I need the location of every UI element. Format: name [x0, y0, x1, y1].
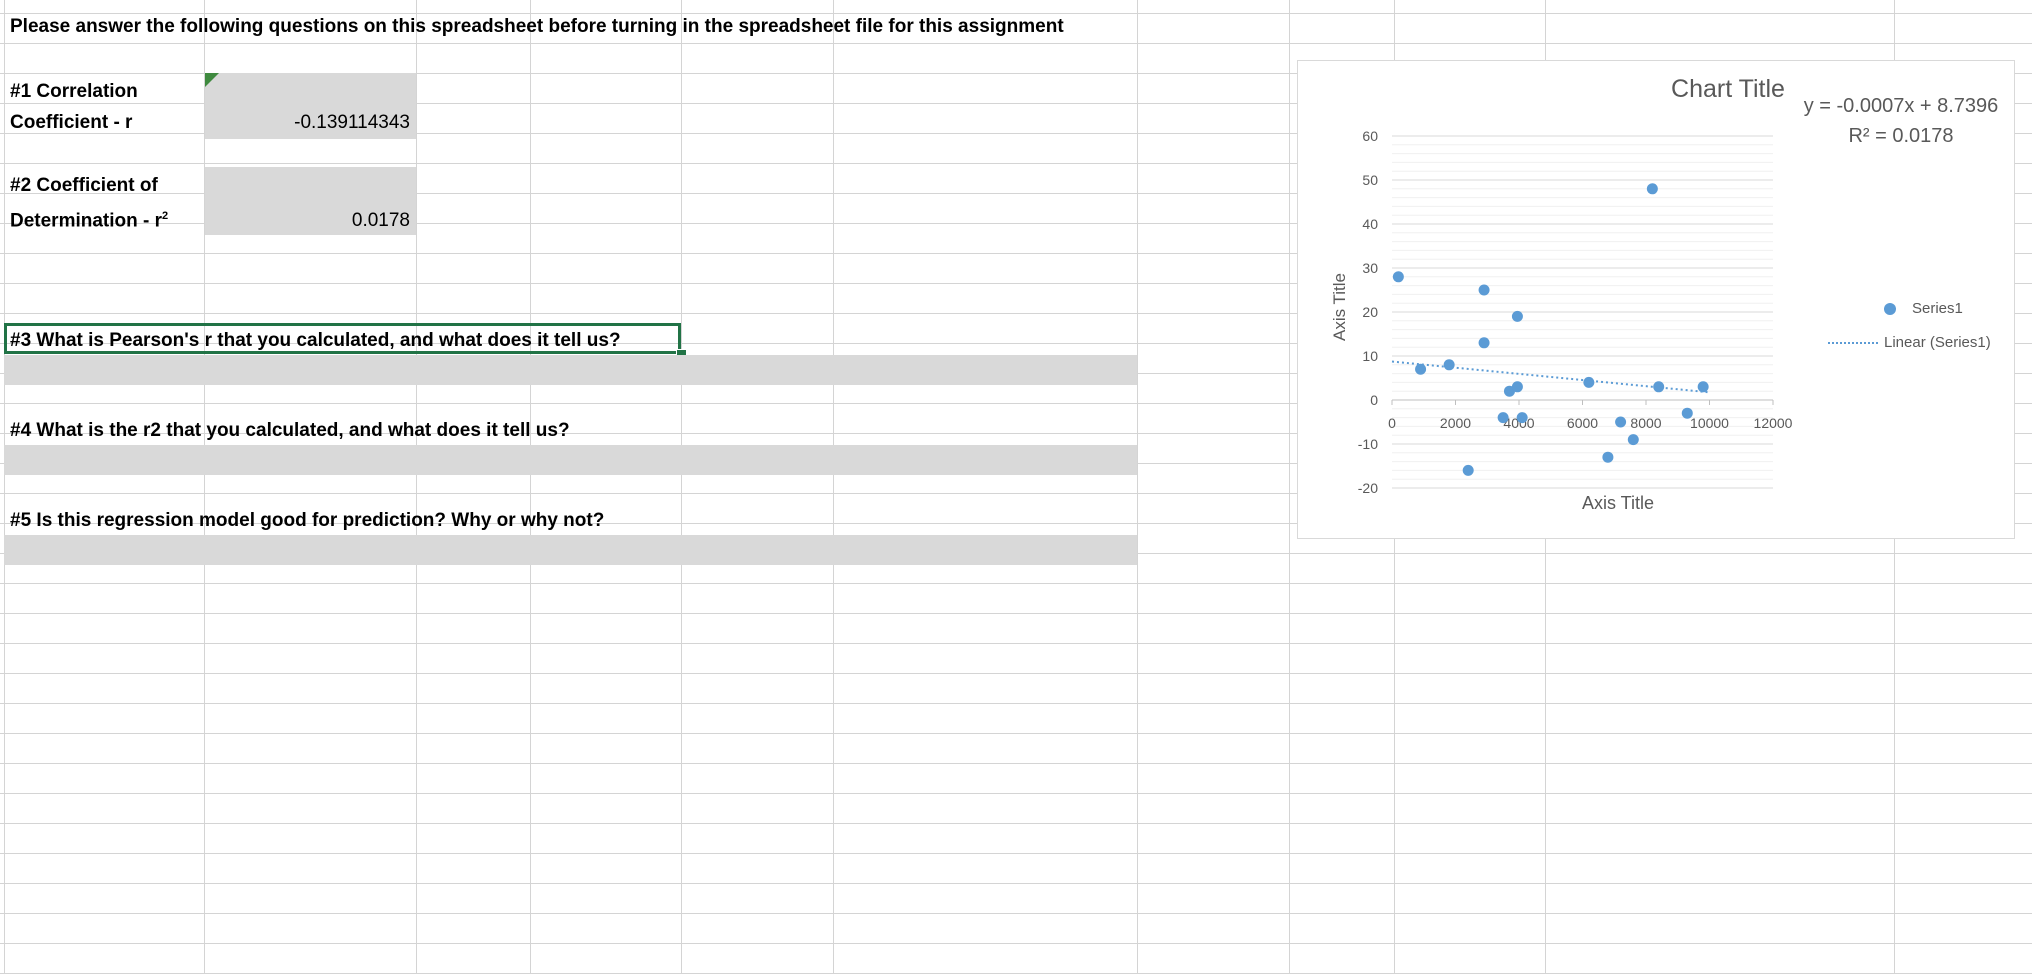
- data-point[interactable]: [1462, 464, 1474, 476]
- data-point[interactable]: [1478, 337, 1490, 349]
- q5-answer-cell[interactable]: [4, 535, 1137, 565]
- y-tick-label: 60: [1362, 128, 1378, 144]
- data-point[interactable]: [1681, 407, 1693, 419]
- data-point[interactable]: [1497, 412, 1509, 424]
- data-point[interactable]: [1415, 363, 1427, 375]
- q2-value-cell[interactable]: 0.0178: [205, 210, 410, 232]
- x-axis-title[interactable]: Axis Title: [1528, 493, 1708, 514]
- y-tick-label: 30: [1362, 260, 1378, 276]
- data-point[interactable]: [1646, 183, 1658, 195]
- y-tick-label: -20: [1358, 480, 1378, 496]
- q1-label-line1: #1 Correlation: [10, 81, 138, 102]
- data-point[interactable]: [1653, 381, 1665, 393]
- q1-label-line2: Coefficient - r: [10, 112, 133, 133]
- column-line: [1137, 0, 1138, 974]
- q4-answer-cell[interactable]: [4, 445, 1137, 475]
- scatter-chart[interactable]: 60 50 40 30 20 10 0 -10 -20 0 2000 4000 6000 8000 1000…: [1297, 60, 2015, 539]
- trendline-r-squared: R² = 0.0178: [1848, 125, 1954, 147]
- q2-label-superscript: 2: [162, 210, 169, 222]
- q4-question: #4 What is the r2 that you calculated, a…: [10, 420, 570, 441]
- q1-value-cell[interactable]: -0.139114343: [205, 112, 410, 134]
- q5-question: #5 Is this regression model good for pre…: [10, 510, 605, 531]
- data-point[interactable]: [1583, 376, 1595, 388]
- legend-series1-label: Series1: [1912, 300, 1963, 317]
- trendline-label[interactable]: y = -0.0007x + 8.7396 R² = 0.0178: [1788, 91, 2014, 151]
- legend-trendline-label: Linear (Series1): [1884, 334, 1991, 351]
- instruction-text: Please answer the following questions on…: [10, 16, 1064, 37]
- x-tick-label: 6000: [1567, 415, 1598, 431]
- y-tick-label: 20: [1362, 304, 1378, 320]
- data-point[interactable]: [1392, 271, 1404, 283]
- q2-label-line1: #2 Coefficient of: [10, 175, 158, 196]
- trendline-equation: y = -0.0007x + 8.7396: [1803, 95, 1999, 117]
- y-tick-label: 0: [1370, 392, 1378, 408]
- y-tick-label: 10: [1362, 348, 1378, 364]
- data-point[interactable]: [1511, 310, 1523, 322]
- y-axis-title[interactable]: Axis Title: [1330, 247, 1350, 367]
- data-point[interactable]: [1511, 381, 1523, 393]
- q3-answer-cell[interactable]: [4, 355, 1137, 385]
- x-tick-label: 12000: [1754, 415, 1793, 431]
- x-tick-label: 2000: [1440, 415, 1471, 431]
- data-point[interactable]: [1627, 434, 1639, 446]
- data-point[interactable]: [1602, 451, 1614, 463]
- x-tick-label: 0: [1388, 415, 1396, 431]
- legend-trendline[interactable]: Linear (Series1): [1828, 334, 1991, 351]
- y-tick-label: -10: [1358, 436, 1378, 452]
- q2-label-text: Determination - r: [10, 210, 163, 232]
- legend-dotted-line-icon: [1828, 342, 1878, 345]
- x-tick-label: 10000: [1690, 415, 1729, 431]
- legend-marker-icon: [1884, 303, 1896, 316]
- data-point[interactable]: [1478, 284, 1490, 296]
- comment-indicator-icon[interactable]: [205, 73, 219, 87]
- data-point[interactable]: [1615, 416, 1627, 428]
- data-point[interactable]: [1443, 359, 1455, 371]
- x-tick-label: 8000: [1630, 415, 1661, 431]
- data-point[interactable]: [1697, 381, 1709, 393]
- data-point[interactable]: [1516, 412, 1528, 424]
- y-tick-label: 50: [1362, 172, 1378, 188]
- legend-series1[interactable]: Series1: [1884, 300, 1963, 317]
- y-tick-label: 40: [1362, 216, 1378, 232]
- q2-label-line2: Determination - r2: [10, 210, 168, 232]
- active-cell-selection[interactable]: [4, 323, 681, 354]
